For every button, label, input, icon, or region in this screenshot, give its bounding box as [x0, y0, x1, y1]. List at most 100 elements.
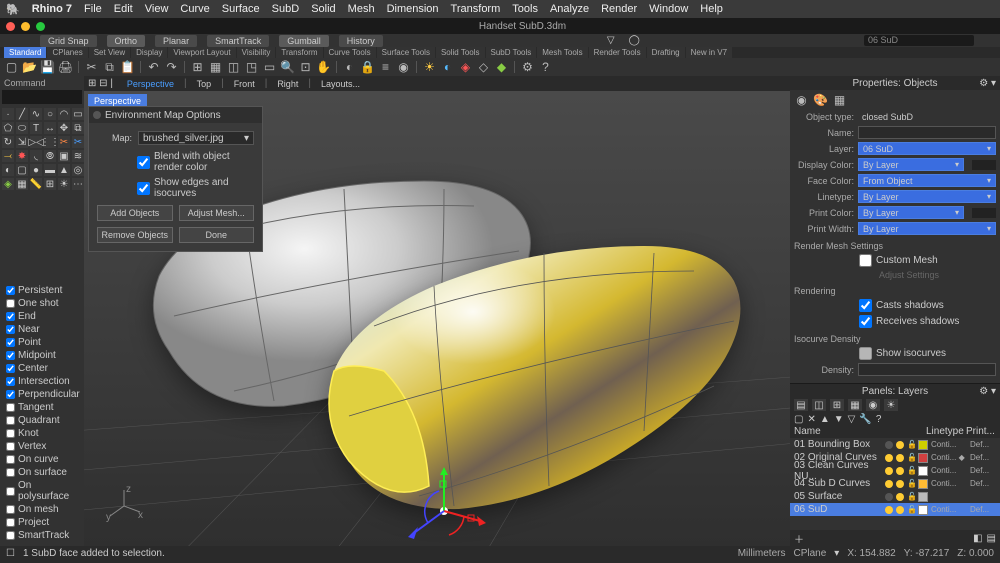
tool-analyze-icon[interactable]: 📏 [30, 178, 42, 190]
vptab-right[interactable]: Right [269, 77, 306, 91]
tool-more-icon[interactable]: ⋯ [72, 178, 84, 190]
prop-face-color-select[interactable]: From Object [858, 174, 996, 187]
layer-filter-icon[interactable]: ▽ [848, 414, 856, 424]
layers-tab-icon[interactable]: ▤ [794, 399, 808, 411]
tool-fillet-icon[interactable]: ◟ [30, 150, 42, 162]
custom-mesh-checkbox[interactable]: Custom Mesh [859, 254, 996, 267]
toggle-smarttrack[interactable]: SmartTrack [207, 35, 269, 47]
osnap-oneshot[interactable]: One shot [4, 297, 80, 310]
tool-cone-icon[interactable]: ▲ [58, 164, 70, 176]
new-icon[interactable]: ▢ [4, 60, 19, 75]
shade-icon[interactable]: ◐ [440, 60, 455, 75]
layer-visible-icon[interactable] [885, 467, 893, 475]
env-map-select[interactable]: brushed_silver.jpg▾ [138, 131, 254, 145]
layers-tab2-icon[interactable]: ◫ [812, 399, 826, 411]
casts-shadows-checkbox[interactable]: Casts shadows [859, 299, 996, 312]
env-show-edges-checkbox[interactable]: Show edges and isocurves [137, 177, 254, 199]
layer-visible2-icon[interactable] [896, 480, 904, 488]
vptab-layouts[interactable]: Layouts... [313, 77, 368, 91]
xray-icon[interactable]: ◆ [494, 60, 509, 75]
layer-row[interactable]: 04 Sub D Curves🔓Conti...Def... [790, 477, 1000, 490]
osnap-point[interactable]: Point [4, 336, 80, 349]
print-color-swatch[interactable] [972, 208, 996, 218]
layer-lock-icon[interactable]: 🔓 [907, 453, 915, 462]
menu-help[interactable]: Help [700, 3, 723, 15]
toggle-ortho[interactable]: Ortho [107, 35, 146, 47]
layer-up-icon[interactable]: ▲ [820, 414, 830, 424]
tool-arc-icon[interactable]: ◠ [58, 108, 70, 120]
osnap-end[interactable]: End [4, 310, 80, 323]
tab-display[interactable]: Display [131, 47, 167, 58]
layer-visible2-icon[interactable] [896, 506, 904, 514]
layer-color-swatch[interactable] [918, 479, 928, 489]
zoom-icon[interactable]: 🔍 [280, 60, 295, 75]
tool-group-icon[interactable]: ⊞ [44, 178, 56, 190]
undo-icon[interactable]: ↶ [146, 60, 161, 75]
props-tab-texture-icon[interactable]: ▦ [832, 92, 847, 107]
prop-linetype-select[interactable]: By Layer [858, 190, 996, 203]
layer-color-swatch[interactable] [918, 492, 928, 502]
menu-transform[interactable]: Transform [451, 3, 501, 15]
osnap-vertex[interactable]: Vertex [4, 440, 80, 453]
layer-help-icon[interactable]: ? [876, 414, 882, 424]
layer-tools-icon[interactable]: 🔧 [859, 414, 871, 424]
layer-lock-icon[interactable]: 🔓 [907, 466, 915, 475]
layer-lock-icon[interactable]: 🔓 [907, 479, 915, 488]
object-chrome-subd[interactable] [294, 211, 754, 531]
prop-name-input[interactable] [858, 126, 996, 139]
tab-cplanes[interactable]: CPlanes [47, 47, 87, 58]
env-blend-checkbox[interactable]: Blend with object render color [137, 151, 254, 173]
osnap-near[interactable]: Near [4, 323, 80, 336]
layer-visible-icon[interactable] [885, 454, 893, 462]
layer-visible-icon[interactable] [885, 493, 893, 501]
layer-row[interactable]: 06 SuD🔓Conti...Def... [790, 503, 1000, 516]
tab-solid-tools[interactable]: Solid Tools [436, 47, 485, 58]
tab-curve-tools[interactable]: Curve Tools [324, 47, 376, 58]
paste-icon[interactable]: 📋 [120, 60, 135, 75]
copy-icon[interactable]: ⧉ [102, 60, 117, 75]
tool-ellipse-icon[interactable]: ⬭ [16, 122, 28, 134]
menu-render[interactable]: Render [601, 3, 637, 15]
tool-text-icon[interactable]: T [30, 122, 42, 134]
tool-circle-icon[interactable]: ○ [44, 108, 56, 120]
osnap-on-surface[interactable]: On surface [4, 466, 80, 479]
status-cplane[interactable]: CPlane [793, 548, 826, 559]
apple-icon[interactable]: 🐘 [6, 3, 20, 16]
menu-view[interactable]: View [145, 3, 169, 15]
setview-icon[interactable]: ◳ [244, 60, 259, 75]
layer-new-icon[interactable]: ▢ [794, 414, 803, 424]
menu-mesh[interactable]: Mesh [348, 3, 375, 15]
tool-split-icon[interactable]: ✂ [72, 136, 84, 148]
env-add-button[interactable]: Add Objects [97, 205, 173, 221]
tool-polygon-icon[interactable]: ⬠ [2, 122, 14, 134]
minimize-icon[interactable] [21, 22, 30, 31]
layer-visible-icon[interactable] [885, 441, 893, 449]
layer-down-icon[interactable]: ▼ [834, 414, 844, 424]
menu-file[interactable]: File [84, 3, 102, 15]
status-checkbox[interactable]: ☐ [6, 548, 15, 559]
prop-layer-select[interactable]: 06 SuD [858, 142, 996, 155]
tool-dim-icon[interactable]: ↔ [44, 122, 56, 134]
tool-subd-icon[interactable]: ◈ [2, 178, 14, 190]
tool-point-icon[interactable]: · [2, 108, 14, 120]
layer-color-swatch[interactable] [918, 505, 928, 515]
osnap-midpoint[interactable]: Midpoint [4, 349, 80, 362]
tool-array-icon[interactable]: ⋮⋮ [44, 136, 56, 148]
props-tab-material-icon[interactable]: 🎨 [813, 92, 828, 107]
toggle-history[interactable]: History [339, 35, 383, 47]
display-color-swatch[interactable] [972, 160, 996, 170]
tool-curve-icon[interactable]: ∿ [30, 108, 42, 120]
layer-icon[interactable]: ≡ [378, 60, 393, 75]
tab-setview[interactable]: Set View [89, 47, 130, 58]
open-icon[interactable]: 📂 [22, 60, 37, 75]
env-map-panel[interactable]: Environment Map Options Map: brushed_sil… [88, 106, 263, 252]
tool-rotate-icon[interactable]: ↻ [2, 136, 14, 148]
circle-icon[interactable]: ◯ [629, 35, 640, 46]
props-tab-object-icon[interactable]: ◉ [794, 92, 809, 107]
tool-loft-icon[interactable]: ≋ [72, 150, 84, 162]
tool-offset-icon[interactable]: ⦾ [44, 150, 56, 162]
layer-visible2-icon[interactable] [896, 441, 904, 449]
tab-drafting[interactable]: Drafting [647, 47, 685, 58]
osnap-smarttrack[interactable]: SmartTrack [4, 529, 80, 542]
tool-render2-icon[interactable]: ☀ [58, 178, 70, 190]
